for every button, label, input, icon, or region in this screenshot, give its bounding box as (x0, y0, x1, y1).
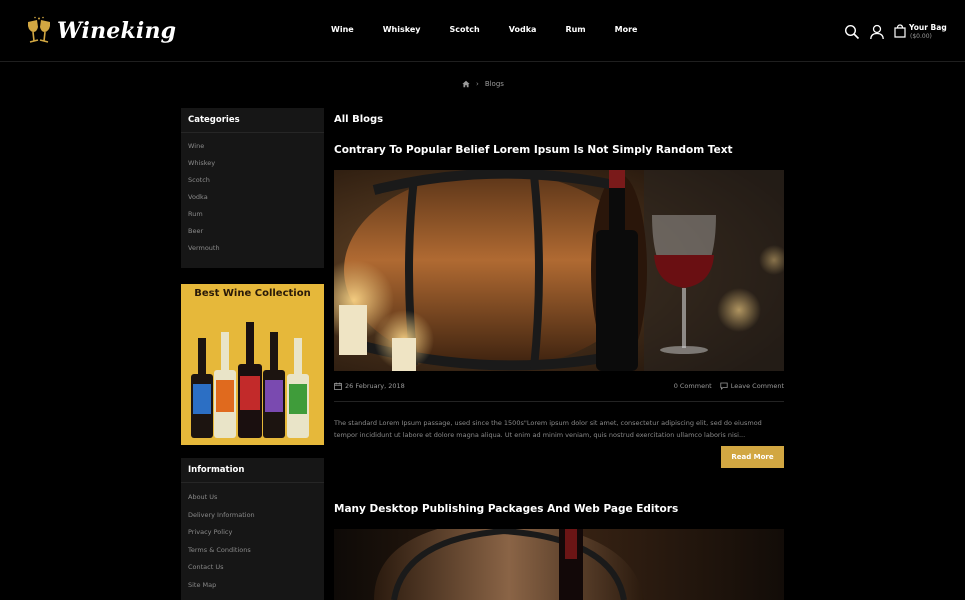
comment-icon (720, 382, 728, 390)
nav-item-whiskey[interactable]: Whiskey (383, 25, 421, 34)
user-icon[interactable] (869, 24, 885, 40)
search-icon[interactable] (844, 24, 860, 40)
brand-name: Wineking (57, 18, 177, 44)
post-title[interactable]: Contrary To Popular Belief Lorem Ipsum I… (334, 144, 732, 156)
category-item-beer[interactable]: Beer (188, 227, 317, 244)
bag-icon (894, 24, 906, 38)
wine-barrel-image-2 (334, 529, 784, 600)
wine-glasses-icon (28, 16, 50, 43)
post-comments: 0 Comment Leave Comment (674, 382, 784, 390)
read-more-button[interactable]: Read More (721, 446, 784, 468)
categories-list: Wine Whiskey Scotch Vodka Rum Beer Vermo… (181, 133, 324, 261)
category-item-vodka[interactable]: Vodka (188, 193, 317, 210)
info-item-about-us[interactable]: About Us (188, 493, 317, 511)
post-image[interactable] (334, 170, 784, 371)
category-item-whiskey[interactable]: Whiskey (188, 159, 317, 176)
calendar-icon (334, 382, 342, 390)
leave-comment-link[interactable]: Leave Comment (731, 382, 784, 390)
page-title: All Blogs (334, 114, 384, 125)
breadcrumb-current: Blogs (484, 80, 504, 88)
category-item-scotch[interactable]: Scotch (188, 176, 317, 193)
nav-item-more[interactable]: More (615, 25, 638, 34)
category-item-vermouth[interactable]: Vermouth (188, 244, 317, 261)
nav-item-rum[interactable]: Rum (565, 25, 585, 34)
promo-banner[interactable]: Best Wine Collection (181, 284, 324, 445)
post-image-2[interactable] (334, 529, 784, 600)
cart-summary: Your Bag ($0.00) (909, 23, 947, 41)
info-item-site-map[interactable]: Site Map (188, 581, 317, 599)
brand-logo[interactable]: Wineking (25, 16, 176, 46)
categories-panel: Categories Wine Whiskey Scotch Vodka Rum… (181, 108, 324, 268)
post-meta: 26 February, 2018 0 Comment Leave Commen… (334, 382, 784, 394)
info-item-privacy-policy[interactable]: Privacy Policy (188, 528, 317, 546)
nav-item-scotch[interactable]: Scotch (449, 25, 479, 34)
category-item-rum[interactable]: Rum (188, 210, 317, 227)
breadcrumb-separator: › (476, 80, 479, 88)
site-header: Wineking Wine Whiskey Scotch Vodka Rum M… (0, 0, 965, 62)
cart-title: Your Bag (909, 23, 947, 32)
comment-count-link[interactable]: 0 Comment (674, 382, 712, 390)
post-title-2[interactable]: Many Desktop Publishing Packages And Web… (334, 503, 678, 515)
header-actions: Your Bag ($0.00) (844, 23, 947, 41)
wine-barrel-image (334, 170, 784, 371)
wine-bottles-image (191, 322, 309, 438)
information-list: About Us Delivery Information Privacy Po… (181, 483, 324, 598)
post-date-text: 26 February, 2018 (345, 382, 405, 390)
category-item-wine[interactable]: Wine (188, 142, 317, 159)
information-panel: Information About Us Delivery Informatio… (181, 458, 324, 600)
info-item-delivery-information[interactable]: Delivery Information (188, 511, 317, 529)
cart-button[interactable]: Your Bag ($0.00) (894, 23, 947, 41)
info-item-terms-conditions[interactable]: Terms & Conditions (188, 546, 317, 564)
home-icon[interactable] (462, 80, 470, 88)
breadcrumb: › Blogs (462, 80, 504, 88)
post-excerpt: The standard Lorem Ipsum passage, used s… (334, 419, 762, 439)
cart-total: ($0.00) (910, 33, 932, 40)
information-title: Information (181, 458, 324, 483)
post-divider (334, 401, 784, 402)
categories-title: Categories (181, 108, 324, 133)
nav-item-vodka[interactable]: Vodka (509, 25, 537, 34)
main-nav: Wine Whiskey Scotch Vodka Rum More (331, 25, 637, 34)
nav-item-wine[interactable]: Wine (331, 25, 354, 34)
post-date: 26 February, 2018 (334, 382, 405, 390)
info-item-contact-us[interactable]: Contact Us (188, 563, 317, 581)
